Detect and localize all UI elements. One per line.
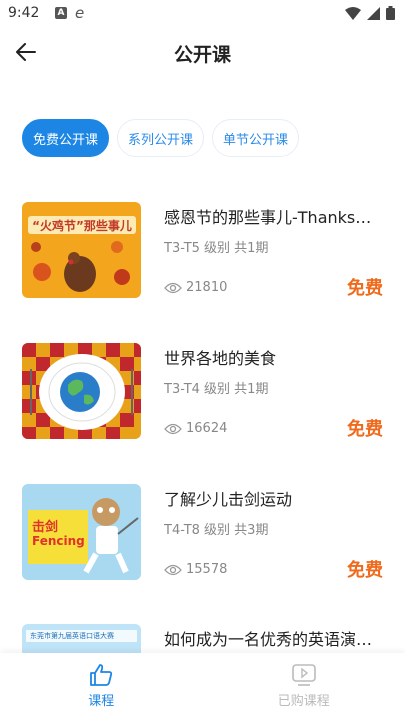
video-icon — [291, 664, 316, 686]
course-level: T4-T8 级别 共3期 — [164, 523, 269, 538]
wifi-icon — [345, 6, 361, 20]
view-count: 16624 — [164, 421, 227, 436]
course-level: T3-T5 级别 共1期 — [164, 241, 269, 256]
course-price: 免费 — [347, 560, 383, 581]
nav-purchased-label: 已购课程 — [277, 694, 330, 709]
tab-single-open-class[interactable]: 单节公开课 — [212, 119, 300, 157]
tab-free-open-class[interactable]: 免费公开课 — [22, 119, 110, 157]
view-count: 15578 — [164, 562, 227, 577]
nav-courses-label: 课程 — [88, 694, 115, 709]
page-title: 公开课 — [173, 44, 231, 66]
course-item[interactable]: 东莞市第九届英语口语大赛 如何成为一名优秀的英语演… — [22, 620, 387, 653]
eye-icon — [164, 564, 182, 575]
thumbnail-subcaption: Fencing — [32, 534, 85, 548]
course-title: 世界各地的美食 — [164, 349, 277, 368]
eye-icon — [164, 282, 182, 293]
thumbs-up-icon — [90, 664, 113, 686]
status-time: 9:42 — [8, 5, 40, 21]
view-count-value: 21810 — [186, 280, 228, 295]
header: 公开课 — [0, 30, 405, 74]
course-item[interactable]: 击剑 Fencing 了解少儿击剑运动 T4-T8 级别 共3期 15578 免… — [22, 480, 387, 581]
nav-purchased-courses[interactable]: 已购课程 — [203, 653, 405, 720]
notification-a-icon: A — [55, 7, 67, 19]
bottom-nav: 课程 已购课程 — [0, 653, 405, 720]
course-level: T3-T4 级别 共1期 — [164, 382, 269, 397]
course-price: 免费 — [347, 419, 383, 440]
category-tabs: 免费公开课 系列公开课 单节公开课 — [22, 119, 300, 157]
course-title: 了解少儿击剑运动 — [164, 490, 293, 509]
course-thumbnail: 东莞市第九届英语口语大赛 — [22, 624, 141, 653]
status-bar: 9:42 A e — [0, 0, 405, 28]
signal-icon — [367, 6, 380, 20]
course-price: 免费 — [347, 278, 383, 299]
course-item[interactable]: “火鸡节”那些事儿 感恩节的那些事儿-Thanks… T3-T5 级别 共1期 … — [22, 198, 387, 299]
view-count-value: 16624 — [186, 421, 228, 436]
view-count-value: 15578 — [186, 562, 228, 577]
thumbnail-caption: “火鸡节”那些事儿 — [32, 219, 132, 233]
notification-e-icon: e — [75, 4, 85, 22]
eye-icon — [164, 423, 182, 434]
nav-courses[interactable]: 课程 — [0, 653, 203, 720]
battery-icon — [386, 6, 395, 20]
thumbnail-caption: 击剑 — [32, 520, 59, 535]
course-thumbnail: “火鸡节”那些事儿 — [22, 202, 141, 298]
status-icons — [345, 6, 395, 20]
course-title: 如何成为一名优秀的英语演… — [164, 630, 373, 649]
course-title: 感恩节的那些事儿-Thanks… — [164, 208, 372, 227]
course-thumbnail: 击剑 Fencing — [22, 484, 141, 580]
course-item[interactable]: 世界各地的美食 T3-T4 级别 共1期 16624 免费 — [22, 339, 387, 440]
course-thumbnail — [22, 343, 141, 439]
view-count: 21810 — [164, 280, 227, 295]
thumbnail-caption: 东莞市第九届英语口语大赛 — [30, 632, 114, 640]
tab-series-open-class[interactable]: 系列公开课 — [117, 119, 205, 157]
